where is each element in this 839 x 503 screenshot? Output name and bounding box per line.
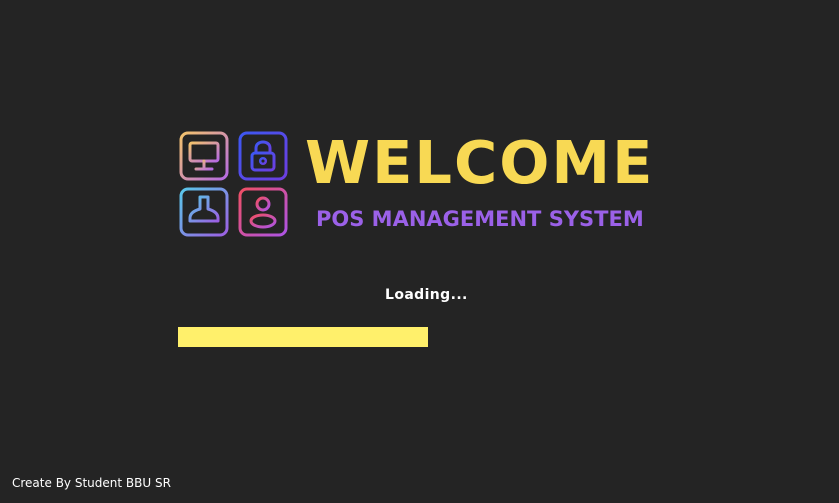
- app-subtitle: POS MANAGEMENT SYSTEM: [316, 207, 644, 231]
- stamp-icon: [179, 187, 229, 237]
- logo-icon-grid: [177, 129, 291, 239]
- monitor-icon: [179, 131, 229, 181]
- loading-progress-bar: [178, 327, 678, 347]
- loading-progress-fill: [178, 327, 428, 347]
- loading-label: Loading...: [385, 287, 468, 303]
- footer-credit: Create By Student BBU SR: [12, 476, 171, 490]
- user-icon: [238, 187, 288, 237]
- welcome-title: WELCOME: [305, 128, 655, 197]
- lock-icon: [238, 131, 288, 181]
